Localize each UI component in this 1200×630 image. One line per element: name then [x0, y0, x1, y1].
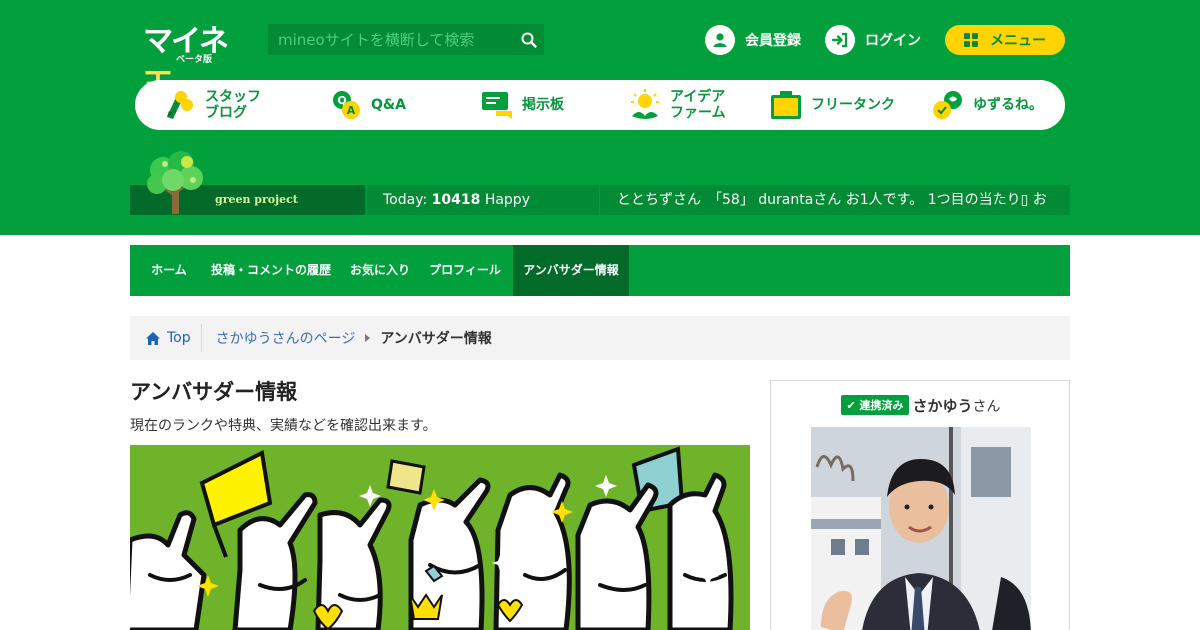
nav-label: アイデア ファーム — [670, 89, 726, 121]
profile-name[interactable]: さかゆう — [913, 397, 973, 415]
register-label: 会員登録 — [745, 33, 801, 49]
profile-card: ✔ 連携済み さかゆうさん — [770, 380, 1070, 630]
idea-icon — [631, 89, 659, 119]
breadcrumb-home[interactable]: Top — [130, 324, 202, 352]
nav-staff-blog[interactable]: スタッフ ブログ — [163, 80, 261, 130]
search-icon[interactable] — [520, 31, 538, 49]
tank-icon — [771, 91, 801, 119]
tab-ambassador[interactable]: アンバサダー情報 — [513, 245, 629, 296]
logo-beta-label: ベータ版 — [176, 55, 213, 65]
user-icon — [705, 25, 735, 55]
tab-home[interactable]: ホーム — [140, 245, 198, 296]
tab-profile[interactable]: プロフィール — [424, 245, 506, 296]
nav-qa[interactable]: QA Q&A — [331, 80, 406, 130]
breadcrumb-user-page[interactable]: さかゆうさんのページ — [202, 328, 356, 348]
search-input[interactable] — [268, 24, 512, 55]
menu-button[interactable]: メニュー — [945, 25, 1065, 55]
qa-icon: QA — [333, 91, 360, 119]
svg-text:A: A — [347, 104, 356, 117]
today-count: 10418 — [431, 192, 481, 208]
login-label: ログイン — [865, 33, 921, 49]
nav-idea-farm[interactable]: アイデア ファーム — [628, 80, 726, 130]
nav-label: フリータンク — [811, 97, 895, 113]
ambassador-banner-illustration — [130, 445, 750, 630]
nav-label: ゆずるね。 — [973, 97, 1043, 113]
nav-yuzurune[interactable]: ゆずるね。 — [931, 80, 1043, 130]
page-description: 現在のランクや特典、実績などを確認出来ます。 — [130, 418, 437, 434]
chevron-right-icon — [365, 334, 371, 342]
nav-label: スタッフ ブログ — [205, 89, 261, 121]
main-nav: スタッフ ブログ QA Q&A 掲示板 アイデア ファーム フリータンク ゆずる… — [135, 80, 1065, 130]
site-search — [268, 24, 544, 55]
bbs-icon — [482, 92, 512, 119]
profile-avatar — [811, 427, 1031, 630]
user-page-tabs: ホーム 投稿・コメントの履歴 お気に入り プロフィール アンバサダー情報 — [130, 245, 1070, 296]
tree-icon — [147, 151, 203, 214]
breadcrumb: Top さかゆうさんのページ アンバサダー情報 — [130, 316, 1070, 360]
register-link[interactable]: 会員登録 — [705, 24, 801, 56]
profile-honorific: さん — [972, 399, 1001, 415]
mineo-logo[interactable]: マイネ王 ベータ版 — [143, 16, 243, 103]
news-ticker: ととちずさん 「58」 durantaさん お1人です。 1つ目の当たり▯ お — [617, 192, 1047, 208]
nav-bbs[interactable]: 掲示板 — [480, 80, 564, 130]
yuzurune-icon — [933, 91, 962, 119]
profile-header: ✔ 連携済み さかゆうさん — [771, 395, 1071, 416]
tab-favorites[interactable]: お気に入り — [344, 245, 416, 296]
grid-icon — [964, 33, 978, 47]
today-happy-counter: Today: 10418 Happy — [366, 185, 600, 215]
login-icon — [825, 25, 855, 55]
staff-blog-icon — [167, 91, 193, 119]
nav-free-tank[interactable]: フリータンク — [769, 80, 895, 130]
linked-badge: ✔ 連携済み — [841, 395, 909, 415]
nav-label: Q&A — [371, 97, 406, 113]
home-icon — [146, 331, 160, 345]
menu-label: メニュー — [990, 33, 1046, 49]
login-link[interactable]: ログイン — [825, 24, 921, 56]
tab-history[interactable]: 投稿・コメントの履歴 — [203, 245, 339, 296]
breadcrumb-current: アンバサダー情報 — [380, 331, 492, 347]
nav-label: 掲示板 — [522, 97, 564, 113]
page-title: アンバサダー情報 — [130, 380, 298, 404]
